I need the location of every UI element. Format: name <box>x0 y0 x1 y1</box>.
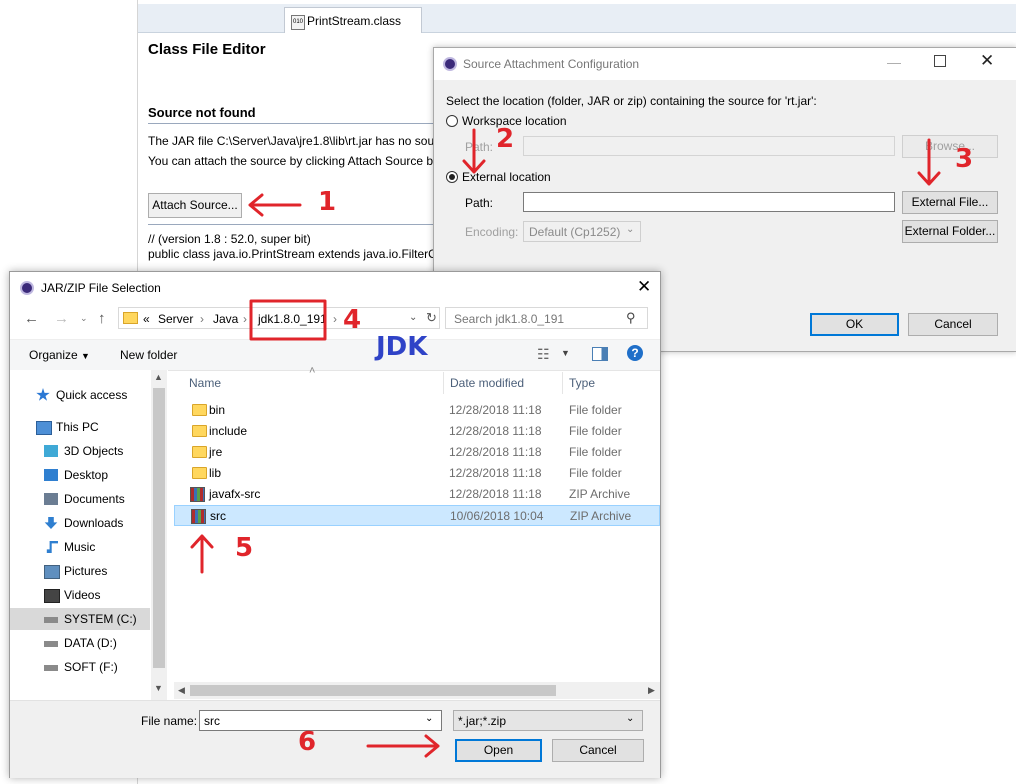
step-6-label: 6 <box>298 727 317 757</box>
step-3-label: 3 <box>955 144 974 174</box>
step-5-label: 5 <box>235 533 254 563</box>
arrow-step-5 <box>190 534 214 574</box>
annotation-overlay <box>190 128 941 758</box>
arrow-step-3 <box>917 138 941 186</box>
jdk-note: JDK <box>376 332 428 362</box>
step-4-label: 4 <box>343 305 362 335</box>
arrow-step-6 <box>366 734 440 758</box>
step-2-label: 2 <box>496 124 515 154</box>
arrow-step-2 <box>462 128 486 174</box>
highlight-box-step-4 <box>249 299 327 341</box>
arrow-step-1 <box>248 193 302 217</box>
step-1-label: 1 <box>318 187 337 217</box>
